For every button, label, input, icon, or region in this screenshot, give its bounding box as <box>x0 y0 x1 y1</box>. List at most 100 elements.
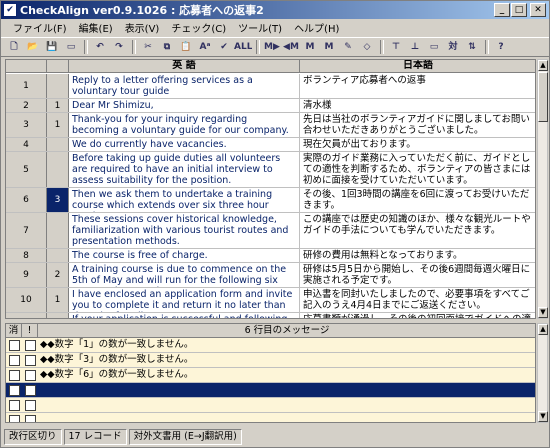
message-scrollbar[interactable]: ▲ ▼ <box>537 323 548 423</box>
english-cell[interactable]: These sessions cover historical knowledg… <box>69 213 300 248</box>
row-number[interactable]: 10 <box>6 288 47 312</box>
message-row[interactable]: ◆◆数字「6」の数が一致しません。 <box>6 368 535 383</box>
sentence-count[interactable]: 1 <box>47 99 69 112</box>
row-number[interactable]: 6 <box>6 188 47 212</box>
english-cell[interactable]: The course is free of charge. <box>69 249 300 262</box>
english-cell[interactable]: Then we ask them to undertake a training… <box>69 188 300 212</box>
english-cell[interactable]: If your application is successful and fo… <box>69 313 300 318</box>
english-cell[interactable]: Reply to a letter offering services as a… <box>69 74 300 98</box>
grid-scrollbar[interactable]: ▲ ▼ <box>537 59 548 319</box>
english-cell[interactable]: Dear Mr Shimizu, <box>69 99 300 112</box>
sentence-count[interactable] <box>47 313 69 318</box>
menu-item-5[interactable]: ヘルプ(H) <box>288 20 345 35</box>
menu-item-0[interactable]: ファイル(F) <box>7 20 73 35</box>
split-icon[interactable]: ⊤ <box>387 39 405 55</box>
table-row[interactable]: 5 Before taking up guide duties all volun… <box>6 152 535 188</box>
menu-item-1[interactable]: 編集(E) <box>73 20 119 35</box>
row-number[interactable]: 4 <box>6 138 47 151</box>
help-icon[interactable]: ? <box>492 39 510 55</box>
sentence-count[interactable]: 1 <box>47 113 69 137</box>
japanese-cell[interactable]: 清水様 <box>300 99 535 112</box>
scroll-down-icon[interactable]: ▼ <box>538 411 548 422</box>
sentence-count[interactable] <box>47 249 69 262</box>
row-number[interactable]: 1 <box>6 74 47 98</box>
table-row[interactable]: 92A training course is due to commence o… <box>6 263 535 288</box>
erase-checkbox[interactable] <box>9 385 20 396</box>
row-number[interactable]: 3 <box>6 113 47 137</box>
scroll-up-icon[interactable]: ▲ <box>538 324 548 335</box>
english-cell[interactable]: We do currently have vacancies. <box>69 138 300 151</box>
flag-checkbox[interactable] <box>25 415 36 422</box>
maximize-button[interactable]: □ <box>511 3 527 17</box>
flag-checkbox[interactable] <box>25 385 36 396</box>
sentence-count[interactable] <box>47 74 69 98</box>
japanese-cell[interactable]: その後、1回3時間の講座を6回に渡ってお受けいただきます。 <box>300 188 535 212</box>
table-row[interactable]: 3 1 Thank-you for your inquiry regarding b… <box>6 113 535 138</box>
row-number[interactable]: 9 <box>6 263 47 287</box>
menu-item-3[interactable]: チェック(C) <box>165 20 232 35</box>
sentence-count[interactable] <box>47 213 69 248</box>
minus-icon[interactable]: ▭ <box>425 39 443 55</box>
undo-icon[interactable]: ↶ <box>91 39 109 55</box>
japanese-cell[interactable]: 応募書類が通過し、その後の初回面接でガイドへの適性が認められましたら、5~6月期… <box>300 313 535 318</box>
table-row[interactable]: 2 1 Dear Mr Shimizu, 清水様 <box>6 99 535 113</box>
japanese-cell[interactable]: 研修は5月5日から開始し、その後6週間毎週火曜日に実施される予定です。 <box>300 263 535 287</box>
table-row[interactable]: 4 We do currently have vacancies. 現在欠員が出てお… <box>6 138 535 152</box>
japanese-cell[interactable]: 現在欠員が出ております。 <box>300 138 535 151</box>
print-preview-icon[interactable]: ▭ <box>62 39 80 55</box>
erase-icon[interactable]: ◇ <box>358 39 376 55</box>
english-cell[interactable]: Before taking up guide duties all volunt… <box>69 152 300 187</box>
message-row[interactable]: ◆◆数字「1」の数が一致しません。 <box>6 338 535 353</box>
close-button[interactable]: ✕ <box>530 3 546 17</box>
english-column-header[interactable]: 英 語 <box>69 60 300 73</box>
translate-icon[interactable]: ⇅ <box>463 39 481 55</box>
erase-checkbox[interactable] <box>9 415 20 422</box>
scroll-down-icon[interactable]: ▼ <box>538 307 548 318</box>
scroll-up-icon[interactable]: ▲ <box>538 60 548 71</box>
sentence-count[interactable]: 1 <box>47 288 69 312</box>
message-row[interactable]: ◆◆数字「3」の数が一致しません。 <box>6 353 535 368</box>
table-row[interactable]: 10 1 I have enclosed an application form a… <box>6 288 535 313</box>
merge-up-icon[interactable]: ◀M <box>282 39 300 55</box>
cut-icon[interactable]: ✂ <box>139 39 157 55</box>
sentence-count[interactable]: 2 <box>47 263 69 287</box>
paste-icon[interactable]: 📋 <box>177 39 195 55</box>
row-number[interactable]: 8 <box>6 249 47 262</box>
check-icon[interactable]: ✔ <box>215 39 233 55</box>
sentence-count[interactable]: 3 <box>47 188 69 212</box>
japanese-cell[interactable]: 申込書を同封いたしましたので、必要事項をすべてご記入のうえ4月4日までにご返送く… <box>300 288 535 312</box>
erase-checkbox[interactable] <box>9 400 20 411</box>
table-row[interactable]: 1 Reply to a letter offering services as … <box>6 74 535 99</box>
menu-item-4[interactable]: ツール(T) <box>232 20 288 35</box>
font-size-icon[interactable]: Aᵃ <box>196 39 214 55</box>
table-row[interactable]: 11 If your application is successful and … <box>6 313 535 318</box>
japanese-column-header[interactable]: 日本語 <box>300 60 535 73</box>
edit-icon[interactable]: ✎ <box>339 39 357 55</box>
english-cell[interactable]: A training course is due to commence on … <box>69 263 300 287</box>
merge-icon[interactable]: M <box>301 39 319 55</box>
minimize-button[interactable]: _ <box>494 3 510 17</box>
row-number[interactable]: 5 <box>6 152 47 187</box>
indent-icon[interactable]: ⊥ <box>406 39 424 55</box>
row-number[interactable]: 7 <box>6 213 47 248</box>
japanese-cell[interactable]: 研修の費用は無料となっております。 <box>300 249 535 262</box>
sentence-count[interactable] <box>47 152 69 187</box>
align-icon[interactable]: 対 <box>444 39 462 55</box>
message-row[interactable] <box>6 383 535 398</box>
japanese-cell[interactable]: この講座では歴史の知識のほか、様々な観光ルートやガイドの手法についても学んでいた… <box>300 213 535 248</box>
sentence-count[interactable] <box>47 138 69 151</box>
erase-checkbox[interactable] <box>9 355 20 366</box>
english-cell[interactable]: I have enclosed an application form and … <box>69 288 300 312</box>
scroll-thumb[interactable] <box>538 72 548 122</box>
table-row[interactable]: 8 The course is free of charge. 研修の費用は無料とな… <box>6 249 535 263</box>
table-row[interactable]: 7 These sessions cover historical knowled… <box>6 213 535 249</box>
flag-checkbox[interactable] <box>25 340 36 351</box>
new-file-icon[interactable]: 🗋 <box>5 39 23 55</box>
move-icon[interactable]: M <box>320 39 338 55</box>
all-check-icon[interactable]: ALL <box>234 39 252 55</box>
menu-item-2[interactable]: 表示(V) <box>119 20 166 35</box>
row-number[interactable]: 2 <box>6 99 47 112</box>
flag-checkbox[interactable] <box>25 400 36 411</box>
table-row[interactable]: 6 3 Then we ask them to undertake a traini… <box>6 188 535 213</box>
copy-icon[interactable]: ⧉ <box>158 39 176 55</box>
